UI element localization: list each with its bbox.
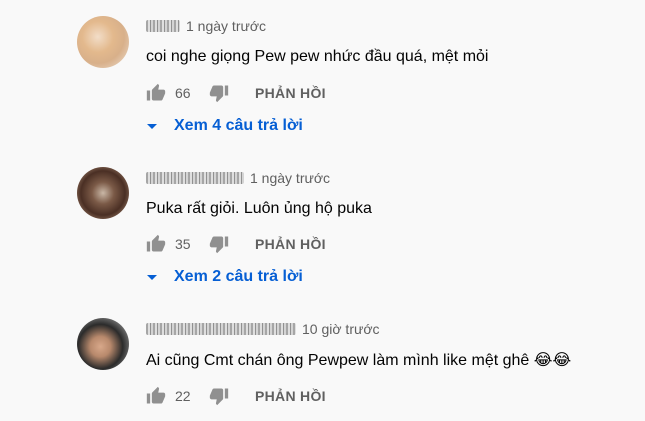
thumbs-down-icon[interactable] <box>209 386 229 406</box>
comment-text: Puka rất giỏi. Luôn ủng hộ puka <box>146 200 372 217</box>
avatar[interactable] <box>77 16 129 68</box>
thumbs-down-icon[interactable] <box>209 83 229 103</box>
view-replies-button[interactable]: Xem 2 câu trả lời <box>146 268 303 286</box>
comment-actions: 66 PHẢN HỒI <box>146 82 326 104</box>
thumbs-down-icon[interactable] <box>209 234 229 254</box>
caret-down-icon <box>147 123 157 129</box>
avatar[interactable] <box>77 318 129 370</box>
thumbs-up-icon[interactable] <box>146 234 166 254</box>
comment-text: Ai cũng Cmt chán ông Pewpew làm mình lik… <box>146 350 571 370</box>
comment-timestamp[interactable]: 1 ngày trước <box>250 170 330 186</box>
author-name-blurred[interactable] <box>146 323 296 335</box>
author-name-blurred[interactable] <box>146 20 180 32</box>
comment-text: coi nghe giọng Pew pew nhức đầu quá, mệt… <box>146 48 489 65</box>
comment-timestamp[interactable]: 1 ngày trước <box>186 18 266 34</box>
view-replies-label: Xem 2 câu trả lời <box>174 268 303 285</box>
view-replies-label: Xem 4 câu trả lời <box>174 117 303 134</box>
caret-down-icon <box>147 274 157 280</box>
view-replies-button[interactable]: Xem 4 câu trả lời <box>146 117 303 135</box>
comment-header: 1 ngày trước <box>146 170 330 186</box>
laughing-emoji: 😂😂 <box>533 352 572 369</box>
reply-button[interactable]: PHẢN HỒI <box>255 85 326 101</box>
reply-button[interactable]: PHẢN HỒI <box>255 388 326 404</box>
comment-text-body: Ai cũng Cmt chán ông Pewpew làm mình lik… <box>146 352 534 369</box>
comment-actions: 22 PHẢN HỒI <box>146 385 326 407</box>
reply-button[interactable]: PHẢN HỒI <box>255 236 326 252</box>
avatar[interactable] <box>77 167 129 219</box>
comment-actions: 35 PHẢN HỒI <box>146 233 326 255</box>
author-name-blurred[interactable] <box>146 172 244 184</box>
thumbs-up-icon[interactable] <box>146 386 166 406</box>
like-count: 22 <box>175 388 191 404</box>
thumbs-up-icon[interactable] <box>146 83 166 103</box>
comment-timestamp[interactable]: 10 giờ trước <box>302 321 380 337</box>
comment-header: 10 giờ trước <box>146 321 380 337</box>
like-count: 35 <box>175 236 191 252</box>
like-count: 66 <box>175 85 191 101</box>
comment-header: 1 ngày trước <box>146 18 266 34</box>
